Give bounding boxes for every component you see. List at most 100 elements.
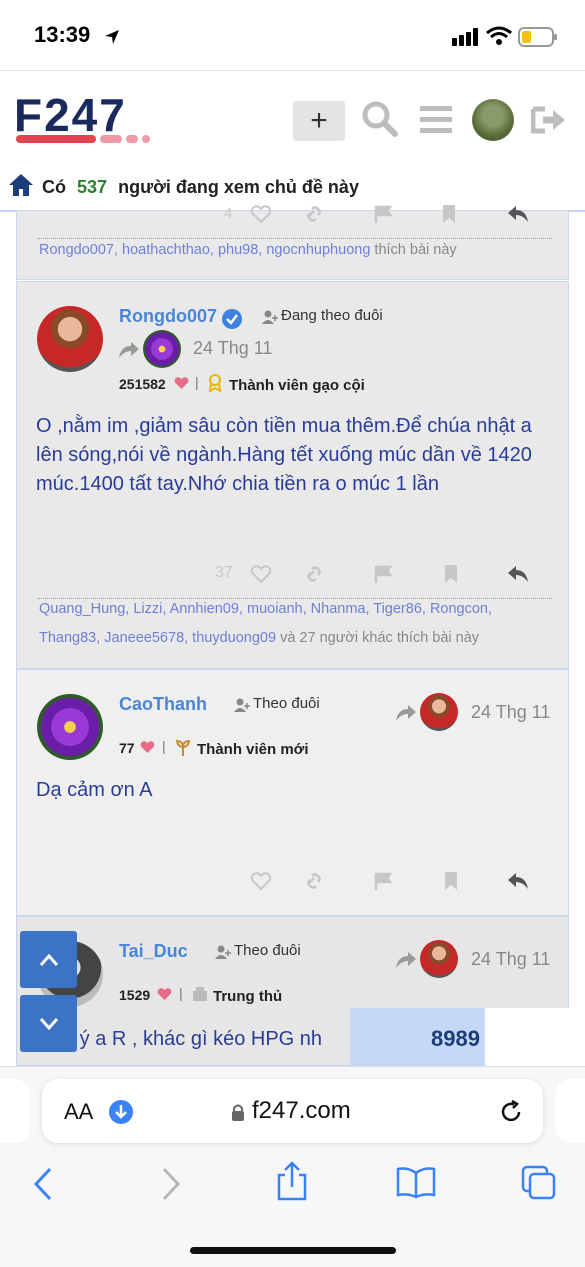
reply-icon[interactable] <box>507 872 529 890</box>
menu-icon[interactable] <box>420 105 452 135</box>
like-count: 4 <box>224 205 233 222</box>
flag-icon[interactable] <box>373 205 393 223</box>
verified-icon <box>222 309 242 329</box>
logout-icon[interactable] <box>531 105 567 135</box>
post-item: 4 Rongdo007, hoathachthao, phu98, ngocnh… <box>16 205 569 280</box>
separator: | <box>162 738 166 754</box>
bookmark-icon[interactable] <box>443 872 459 890</box>
heart-icon[interactable] <box>251 872 271 890</box>
tabs-icon[interactable] <box>521 1165 557 1201</box>
heart-icon[interactable] <box>251 565 271 583</box>
new-topic-button[interactable]: + <box>293 101 345 141</box>
address-bar[interactable]: AA f247.com <box>42 1079 543 1143</box>
viewer-bar: Có 537 người đang xem chủ đề này <box>0 165 585 212</box>
follow-user-icon <box>262 310 278 324</box>
url-text[interactable]: f247.com <box>252 1097 351 1125</box>
scroll-down-button[interactable] <box>20 995 77 1052</box>
flag-icon[interactable] <box>373 565 393 583</box>
site-header: F247 + <box>0 70 585 166</box>
back-icon[interactable] <box>32 1167 54 1201</box>
cellular-signal-icon <box>452 28 478 46</box>
post-date[interactable]: 24 Thg 11 <box>193 338 272 359</box>
separator: | <box>179 985 183 1001</box>
follow-status[interactable]: Theo đuôi <box>234 942 301 959</box>
likers-suffix: và 27 người khác thích bài này <box>280 630 480 646</box>
post-item: Tai_Duc Theo đuôi 24 Thg 11 1529 | Trung… <box>16 916 570 1068</box>
post-content: O ,nằm im ,giảm sâu còn tiền mua thêm.Để… <box>36 415 532 495</box>
link-icon[interactable] <box>305 205 325 223</box>
next-tab-preview[interactable] <box>555 1079 585 1143</box>
site-logo[interactable]: F247 <box>14 89 194 150</box>
flag-icon[interactable] <box>373 872 393 890</box>
poster-username[interactable]: Tai_Duc <box>119 941 188 962</box>
status-time: 13:39 <box>34 22 91 47</box>
follow-status[interactable]: Đang theo đuôi <box>281 307 383 324</box>
reply-to-icon <box>396 952 416 968</box>
prev-tab-preview[interactable] <box>0 1079 30 1143</box>
f247-logo-icon: F247 <box>14 89 150 143</box>
post-item: CaoThanh Theo đuôi 24 Thg 11 77 | Thành … <box>16 669 569 916</box>
bookmarks-icon[interactable] <box>396 1167 436 1199</box>
reply-to-avatar[interactable] <box>420 940 458 978</box>
follow-user-icon <box>234 698 250 712</box>
chevron-down-icon <box>39 1018 58 1031</box>
share-icon[interactable] <box>276 1161 308 1201</box>
member-rank: Thành viên gạo cội <box>229 377 365 394</box>
reply-to-icon <box>396 705 416 721</box>
lock-icon <box>232 1104 244 1121</box>
viewer-count: 537 <box>77 177 108 197</box>
points-count: 1529 <box>119 987 151 1003</box>
reload-icon[interactable] <box>498 1099 524 1125</box>
poster-username[interactable]: Rongdo007 <box>119 306 217 327</box>
post-content: p ý a R , khác gì kéo HPG nh <box>63 1028 323 1050</box>
link-icon[interactable] <box>305 565 325 583</box>
heart-filled-icon <box>157 988 172 1000</box>
rank-icon <box>193 987 207 1001</box>
post-content: Dạ cảm ơn A <box>36 779 153 801</box>
viewer-suffix: người đang xem chủ đề này <box>118 177 359 197</box>
link-icon[interactable] <box>305 872 325 890</box>
forward-icon[interactable] <box>160 1167 182 1201</box>
poster-username[interactable]: CaoThanh <box>119 694 207 715</box>
heart-icon[interactable] <box>251 205 271 223</box>
points-count: 251582 <box>119 376 166 392</box>
viewer-prefix: Có <box>42 177 66 197</box>
post-date[interactable]: 24 Thg 11 <box>471 949 550 970</box>
reply-to-icon <box>119 342 139 358</box>
reply-icon[interactable] <box>507 565 529 583</box>
search-icon[interactable] <box>362 101 398 137</box>
bookmark-icon[interactable] <box>443 565 459 583</box>
status-bar: 13:39 <box>0 0 585 70</box>
chevron-up-icon <box>39 953 58 966</box>
viewer-text: Có 537 người đang xem chủ đề này <box>42 177 359 198</box>
reply-to-avatar[interactable] <box>420 693 458 731</box>
post-item: Rongdo007 Đang theo đuôi 24 Thg 11 25158… <box>16 281 569 669</box>
follow-status[interactable]: Theo đuôi <box>253 695 320 712</box>
poster-avatar[interactable] <box>37 694 103 760</box>
value-highlight-blank <box>485 1008 570 1068</box>
likers-line: Rongdo007, hoathachthao, phu98, ngocnhup… <box>39 236 559 265</box>
separator: | <box>195 374 199 390</box>
like-count: 37 <box>215 564 233 581</box>
follow-user-icon <box>215 945 231 959</box>
home-icon[interactable] <box>8 173 34 197</box>
rank-award-icon <box>208 374 222 392</box>
highlight-value: 8989 <box>431 1026 480 1051</box>
post-date[interactable]: 24 Thg 11 <box>471 702 550 723</box>
reader-settings-button[interactable]: AA <box>64 1099 93 1125</box>
svg-text:F247: F247 <box>14 93 127 141</box>
scroll-up-button[interactable] <box>20 931 77 988</box>
sprout-icon <box>176 739 190 756</box>
reply-icon[interactable] <box>507 205 529 223</box>
wifi-icon <box>486 26 512 45</box>
likers-names[interactable]: Rongdo007, hoathachthao, phu98, ngocnhup… <box>39 242 370 258</box>
reply-to-avatar[interactable] <box>143 330 181 368</box>
points-count: 77 <box>119 740 135 756</box>
bookmark-icon[interactable] <box>441 205 457 223</box>
browser-toolbar: AA f247.com <box>0 1066 585 1267</box>
poster-avatar[interactable] <box>37 306 103 372</box>
download-icon[interactable] <box>108 1099 134 1125</box>
member-rank: Trung thủ <box>213 988 283 1005</box>
battery-icon <box>518 27 557 47</box>
user-avatar[interactable] <box>472 99 514 141</box>
